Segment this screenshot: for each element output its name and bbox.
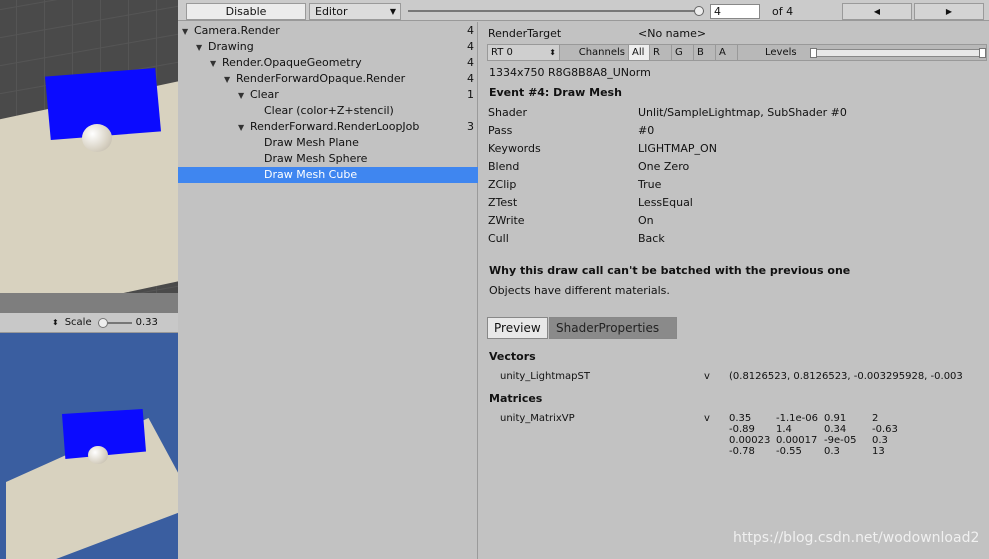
updown-icon: ⬍	[549, 48, 556, 57]
tree-item-selected[interactable]: Draw Mesh Cube	[178, 167, 478, 183]
render-target-format: 1334x750 R8G8B8A8_UNorm	[489, 66, 651, 79]
matrix-cell: -9e-05	[824, 435, 857, 446]
next-event-button[interactable]: ▶	[914, 3, 984, 20]
matrix-cell: 2	[872, 413, 879, 424]
matrix-cell: 0.34	[824, 424, 847, 435]
tree-item[interactable]: Draw Mesh Plane	[178, 135, 478, 151]
tab-shader-properties[interactable]: ShaderProperties	[549, 317, 677, 339]
property-value: Unlit/SampleLightmap, SubShader #0	[638, 106, 847, 119]
event-details-panel: RenderTarget <No name> RT 0 ⬍ Channels Al…	[479, 22, 989, 559]
updown-icon[interactable]: ⬍	[52, 318, 59, 327]
property-value: LessEqual	[638, 196, 693, 209]
matrix-cell: -1.1e-06	[776, 413, 818, 424]
batch-reason: Objects have different materials.	[489, 284, 670, 297]
tree-item[interactable]: ▼ Clear 1	[178, 87, 478, 103]
channel-g-button[interactable]: G	[672, 45, 694, 60]
matrix-cell: 1.4	[776, 424, 792, 435]
matrix-name: unity_MatrixVP	[500, 413, 575, 424]
channel-all-button[interactable]: All	[628, 45, 650, 60]
expand-triangle-icon[interactable]: ▼	[238, 120, 250, 136]
event-title: Event #4: Draw Mesh	[489, 86, 622, 99]
expand-triangle-icon[interactable]: ▼	[182, 24, 194, 40]
tree-item[interactable]: ▼ Drawing 4	[178, 39, 478, 55]
matrix-cell: -0.89	[729, 424, 755, 435]
event-total: of 4	[772, 5, 794, 18]
channel-r-button[interactable]: R	[650, 45, 672, 60]
property-name: Shader	[488, 106, 527, 119]
property-value: Back	[638, 232, 665, 245]
property-name: ZTest	[488, 196, 518, 209]
rt-select[interactable]: RT 0 ⬍	[488, 45, 560, 60]
disable-button[interactable]: Disable	[186, 3, 306, 20]
matrices-heading: Matrices	[489, 392, 543, 405]
scale-slider[interactable]	[97, 317, 132, 328]
levels-range-slider[interactable]	[810, 48, 986, 58]
render-target-value: <No name>	[638, 27, 707, 40]
property-value: True	[638, 178, 662, 191]
event-number-field[interactable]: 4	[710, 4, 760, 19]
sphere-mesh	[82, 124, 112, 152]
event-tree: ▼ Camera.Render 4 ▼ Drawing 4 ▼ Render.Opaque…	[178, 22, 478, 559]
arrow-right-icon: ▶	[945, 7, 953, 16]
property-value: #0	[638, 124, 655, 137]
expand-triangle-icon[interactable]: ▼	[224, 72, 236, 88]
matrix-cell: -0.63	[872, 424, 898, 435]
scale-label: Scale	[64, 317, 92, 328]
matrix-cell: 0.91	[824, 413, 847, 424]
chevron-down-icon: ▼	[389, 7, 396, 16]
matrix-cell: -0.78	[729, 446, 755, 457]
matrix-cell: -0.55	[776, 446, 802, 457]
scale-value: 0.33	[135, 317, 158, 328]
matrix-cell: 13	[872, 446, 885, 457]
channels-label: Channels	[578, 47, 625, 58]
matrix-cell: 0.00023	[729, 435, 771, 446]
vectors-heading: Vectors	[489, 350, 536, 363]
arrow-left-icon: ◀	[873, 7, 881, 16]
property-name: Pass	[488, 124, 513, 137]
tree-item[interactable]: ▼ RenderForward.RenderLoopJob 3	[178, 119, 478, 135]
property-name: ZClip	[488, 178, 517, 191]
previous-event-button[interactable]: ◀	[842, 3, 912, 20]
channel-b-button[interactable]: B	[694, 45, 716, 60]
target-dropdown-label: Editor	[315, 5, 348, 18]
matrix-cell: 0.35	[729, 413, 752, 424]
panel-divider	[0, 293, 178, 313]
game-view[interactable]	[0, 333, 178, 559]
matrix-cell: 0.00017	[776, 435, 818, 446]
levels-label: Levels	[765, 47, 797, 58]
tree-item[interactable]: ▼ RenderForwardOpaque.Render 4	[178, 71, 478, 87]
matrix-cell: 0.3	[872, 435, 888, 446]
target-dropdown[interactable]: Editor ▼	[309, 3, 401, 20]
watermark: https://blog.csdn.net/wodownload2	[733, 530, 980, 546]
expand-triangle-icon[interactable]: ▼	[238, 88, 250, 104]
property-name: Keywords	[488, 142, 541, 155]
frame-debugger-toolbar: Disable Editor ▼ 4 of 4 ◀ ▶	[178, 0, 989, 21]
batch-heading: Why this draw call can't be batched with…	[489, 264, 851, 277]
expand-triangle-icon[interactable]: ▼	[210, 56, 222, 72]
channel-a-button[interactable]: A	[716, 45, 738, 60]
event-slider[interactable]	[408, 6, 704, 16]
render-target-toolbar: RT 0 ⬍ Channels All R G B A Levels	[487, 44, 987, 61]
tree-item[interactable]: Draw Mesh Sphere	[178, 151, 478, 167]
property-name: Blend	[488, 160, 520, 173]
property-name: Cull	[488, 232, 509, 245]
property-name: ZWrite	[488, 214, 525, 227]
scene-view[interactable]	[0, 0, 178, 293]
game-view-toolbar: ⬍ Scale 0.33	[0, 313, 178, 333]
matrix-cell: 0.3	[824, 446, 840, 457]
tree-item[interactable]: ▼ Camera.Render 4	[178, 23, 478, 39]
vector-value: (0.8126523, 0.8126523, -0.003295928, -0.…	[729, 371, 963, 382]
property-value: LIGHTMAP_ON	[638, 142, 717, 155]
tree-item[interactable]: Clear (color+Z+stencil)	[178, 103, 478, 119]
render-target-label: RenderTarget	[488, 27, 562, 40]
sphere-mesh	[88, 446, 108, 464]
vector-type: v	[704, 371, 710, 382]
vector-name: unity_LightmapST	[500, 371, 590, 382]
property-value: On	[638, 214, 654, 227]
tree-item[interactable]: ▼ Render.OpaqueGeometry 4	[178, 55, 478, 71]
expand-triangle-icon[interactable]: ▼	[196, 40, 208, 56]
matrix-type: v	[704, 413, 710, 424]
tab-preview[interactable]: Preview	[487, 317, 548, 339]
property-value: One Zero	[638, 160, 690, 173]
